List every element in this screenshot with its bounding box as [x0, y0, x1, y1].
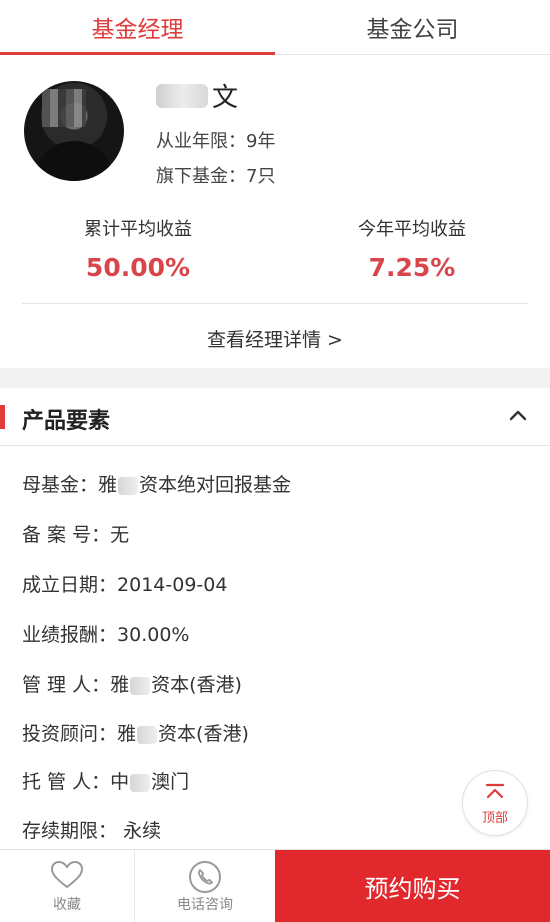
product-section-header[interactable]: 产品要素 — [0, 388, 550, 446]
field-manager: 管 理 人：雅 资本(香港) — [22, 670, 242, 697]
field-advisor-prefix: 雅 — [117, 723, 137, 745]
field-custodian-suffix: 澳门 — [151, 771, 190, 793]
back-to-top-label: 顶部 — [481, 811, 508, 826]
field-manager-label: 管 理 人： — [22, 674, 111, 696]
manager-years: 从业年限：9年 — [156, 127, 275, 153]
field-performance-fee: 业绩报酬：30.00% — [22, 620, 189, 647]
field-performance-fee-label: 业绩报酬： — [22, 624, 118, 646]
manager-funds-value: 7只 — [246, 166, 276, 187]
field-established-value: 2014-09-04 — [117, 574, 228, 596]
reserve-purchase-button[interactable]: 预约购买 — [275, 850, 550, 922]
bottom-action-bar: 收藏 电话咨询 预约购买 — [0, 849, 550, 922]
divider — [22, 303, 528, 304]
cumulative-return-label: 累计平均收益 — [84, 219, 192, 240]
manager-years-label: 从业年限： — [156, 131, 246, 152]
phone-consult-button[interactable]: 电话咨询 — [138, 850, 272, 922]
field-established-date: 成立日期：2014-09-04 — [22, 570, 227, 597]
manager-funds: 旗下基金：7只 — [156, 162, 275, 188]
field-duration-value: 永续 — [123, 820, 162, 842]
field-advisor-suffix: 资本(香港) — [158, 723, 249, 745]
field-mother-fund-label: 母基金： — [22, 474, 99, 496]
manager-card: 文 从业年限：9年 旗下基金：7只 累计平均收益 50.00% 今年平均收益 7… — [0, 55, 550, 367]
avatar-body — [34, 141, 114, 181]
tab-fund-manager[interactable]: 基金经理 — [0, 0, 275, 55]
field-established-label: 成立日期： — [22, 574, 118, 596]
field-performance-fee-value: 30.00% — [117, 624, 190, 646]
field-duration-label: 存续期限： — [22, 820, 118, 842]
name-redaction — [156, 83, 208, 108]
field-record-value: 无 — [110, 524, 130, 546]
field-custodian: 托 管 人：中 澳门 — [22, 767, 189, 794]
field-mother-fund-prefix: 雅 — [98, 474, 118, 496]
this-year-return-value: 7.25% — [368, 253, 456, 282]
field-investment-advisor: 投资顾问：雅 资本(香港) — [22, 719, 249, 746]
manager-name: 文 — [156, 77, 238, 114]
field-manager-suffix: 资本(香港) — [151, 674, 242, 696]
manager-detail-link[interactable]: 查看经理详情 > — [0, 325, 550, 352]
section-title: 产品要素 — [22, 409, 111, 434]
redaction — [130, 773, 151, 792]
tab-fund-company[interactable]: 基金公司 — [275, 0, 550, 54]
field-custodian-label: 托 管 人： — [22, 771, 111, 793]
section-accent-bar — [0, 405, 5, 429]
field-custodian-prefix: 中 — [110, 771, 130, 793]
tab-bar: 基金经理 基金公司 — [0, 0, 550, 55]
redaction — [118, 476, 139, 495]
redaction — [130, 676, 151, 695]
phone-icon — [189, 861, 221, 893]
this-year-return-stat: 今年平均收益 7.25% — [282, 215, 542, 282]
avatar-face-mosaic — [42, 89, 86, 127]
manager-years-value: 9年 — [246, 131, 276, 152]
cumulative-return-value: 50.00% — [85, 253, 191, 282]
field-manager-prefix: 雅 — [110, 674, 130, 696]
favorite-label: 收藏 — [53, 897, 81, 913]
field-advisor-label: 投资顾问： — [22, 723, 118, 745]
redaction — [137, 725, 158, 744]
cumulative-return-stat: 累计平均收益 50.00% — [8, 215, 268, 282]
field-mother-fund-suffix: 资本绝对回报基金 — [139, 474, 292, 496]
field-mother-fund: 母基金：雅 资本绝对回报基金 — [22, 470, 291, 497]
heart-icon — [50, 860, 84, 889]
favorite-button[interactable]: 收藏 — [0, 850, 135, 922]
manager-avatar — [24, 81, 124, 181]
field-duration: 存续期限： 永续 — [22, 816, 161, 843]
this-year-return-label: 今年平均收益 — [358, 219, 466, 240]
arrow-up-to-top-icon — [485, 783, 505, 799]
field-record-number: 备 案 号：无 — [22, 520, 129, 547]
manager-funds-label: 旗下基金： — [156, 166, 246, 187]
chevron-up-icon[interactable] — [506, 404, 530, 428]
section-spacer — [0, 368, 550, 388]
phone-consult-label: 电话咨询 — [177, 897, 233, 913]
manager-name-text: 文 — [212, 83, 239, 113]
field-record-label: 备 案 号： — [22, 524, 111, 546]
back-to-top-button[interactable]: 顶部 — [462, 770, 528, 836]
